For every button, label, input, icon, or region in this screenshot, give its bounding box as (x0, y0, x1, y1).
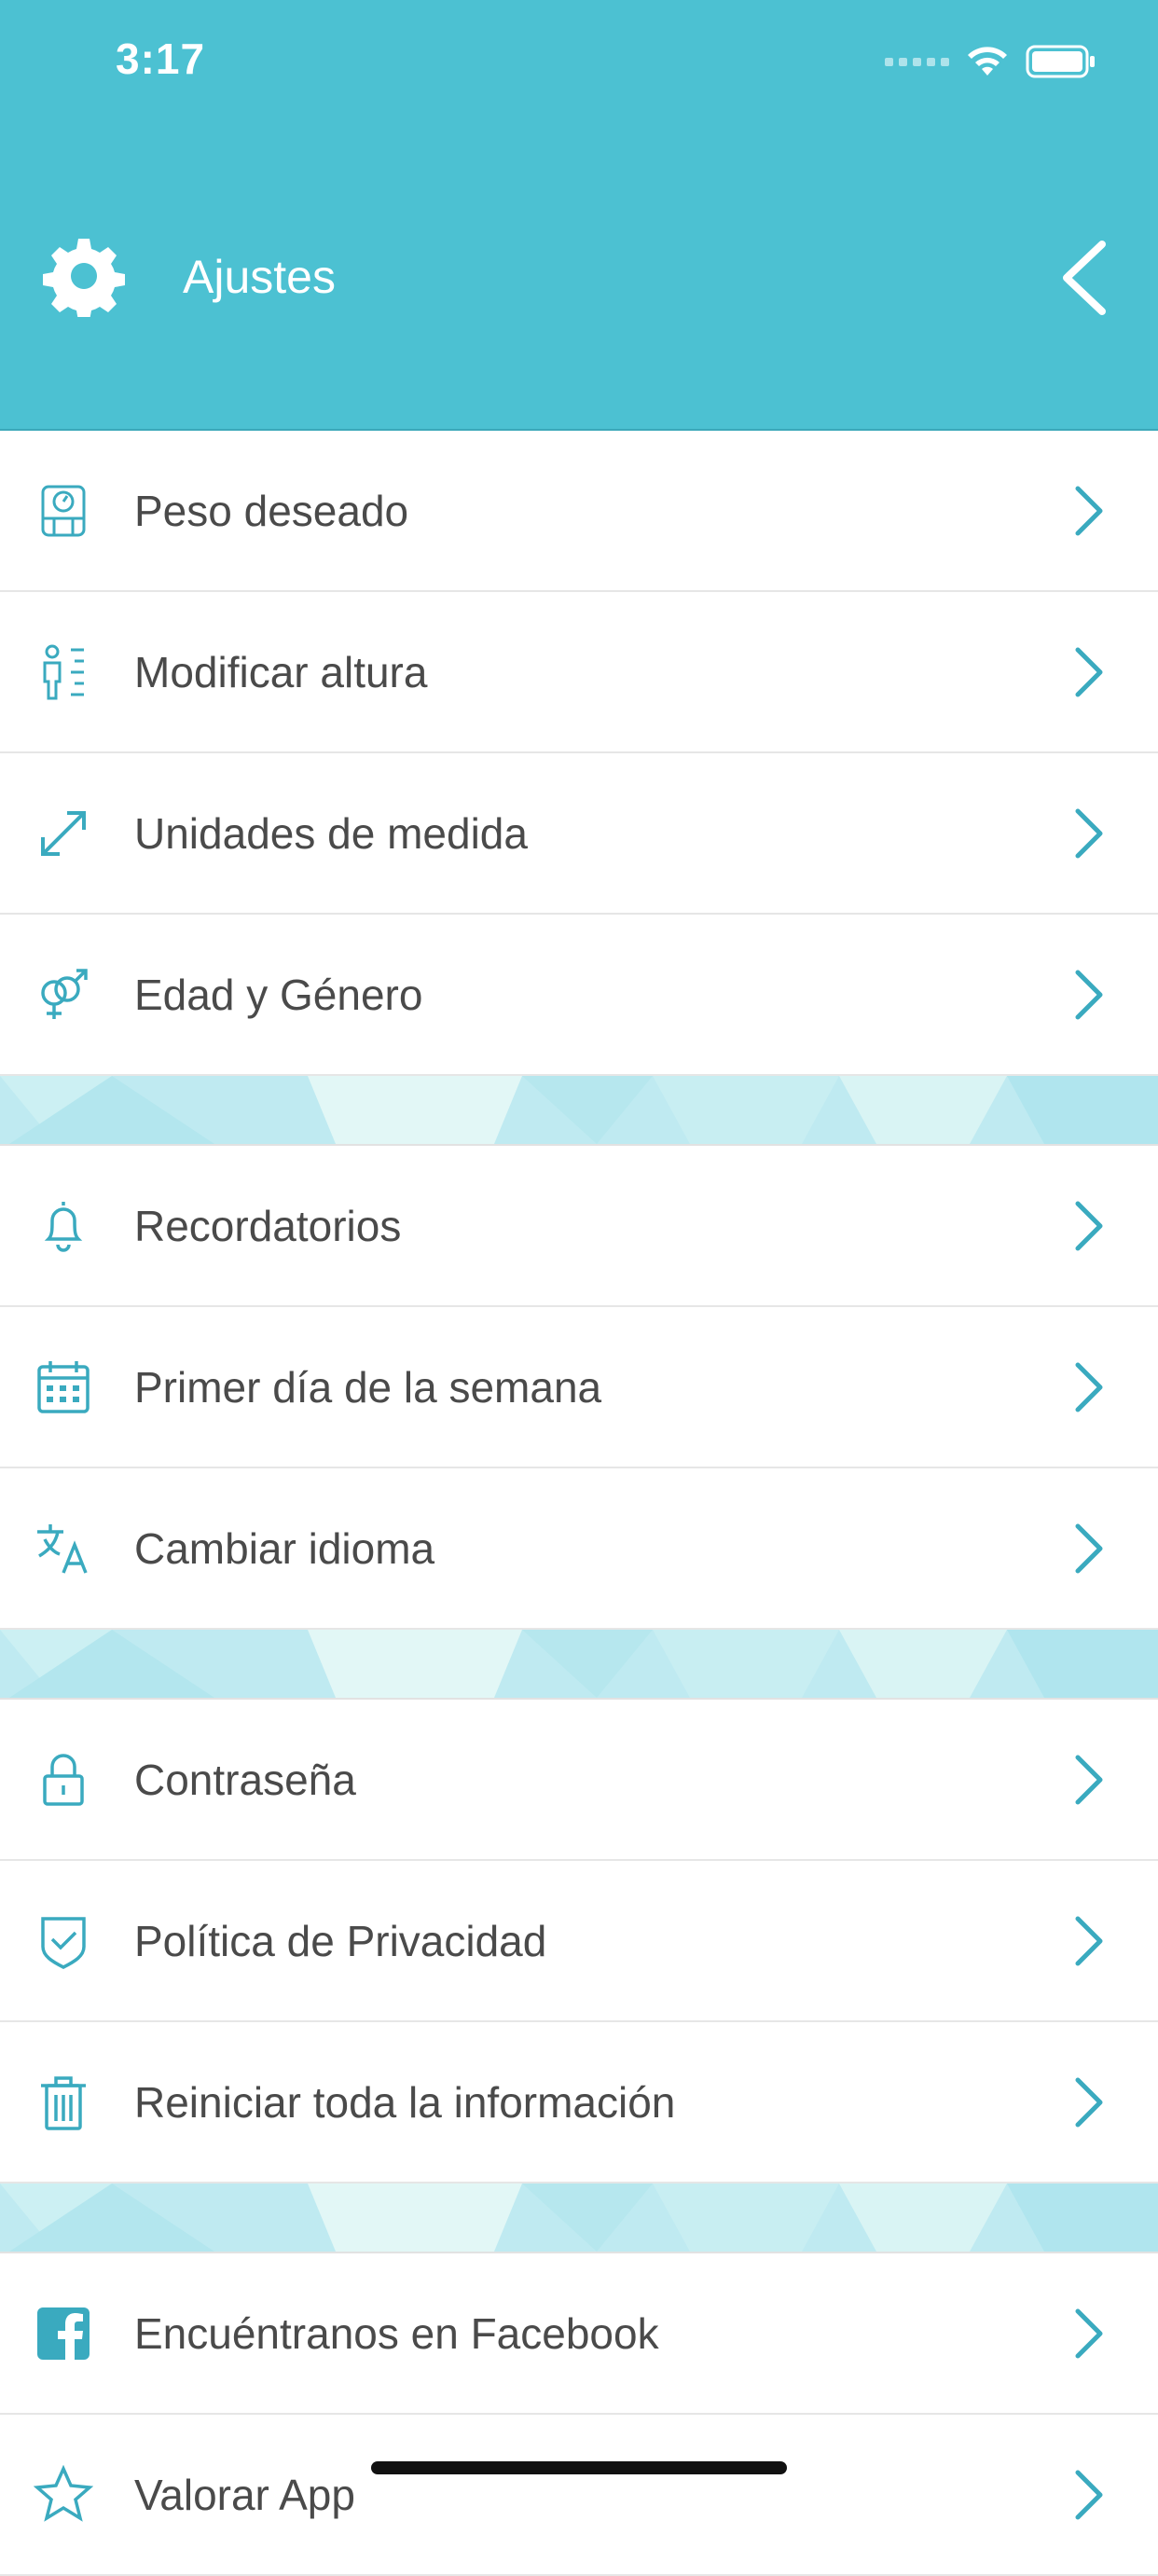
gender-icon (41, 968, 88, 1019)
settings-list: Peso deseado Modificar altura Unidades d… (0, 431, 1158, 2576)
app-header: 3:17 Ajustes (0, 0, 1158, 431)
section-divider (0, 2183, 1158, 2253)
chevron-right-icon (1075, 970, 1103, 1019)
chevron-right-icon (1075, 808, 1103, 858)
chevron-right-icon (1075, 486, 1103, 535)
settings-item-unidades-de-medida[interactable]: Unidades de medida (0, 753, 1158, 915)
chevron-right-icon (1075, 2077, 1103, 2127)
chevron-right-icon (1075, 1201, 1103, 1250)
facebook-icon (37, 2307, 90, 2360)
item-label: Edad y Género (134, 970, 423, 1019)
chevron-right-icon (1075, 1523, 1103, 1573)
signal-icon (885, 57, 949, 66)
settings-item-valorar-app[interactable]: Valorar App (0, 2415, 1158, 2576)
chevron-right-icon (1075, 1755, 1103, 1804)
home-indicator[interactable] (371, 2461, 787, 2474)
settings-item-reiniciar[interactable]: Reiniciar toda la información (0, 2022, 1158, 2183)
item-label: Peso deseado (134, 486, 409, 535)
item-label: Contraseña (134, 1755, 356, 1804)
item-label: Reiniciar toda la información (134, 2077, 676, 2127)
settings-item-modificar-altura[interactable]: Modificar altura (0, 592, 1158, 753)
status-time: 3:17 (116, 34, 206, 83)
settings-item-facebook[interactable]: Encuéntranos en Facebook (0, 2253, 1158, 2415)
calendar-icon (37, 1360, 90, 1413)
chevron-right-icon (1075, 2308, 1103, 2358)
back-button[interactable] (1055, 239, 1111, 317)
item-label: Modificar altura (134, 647, 428, 696)
settings-item-contrasena[interactable]: Contraseña (0, 1700, 1158, 1861)
translate-icon (37, 1523, 88, 1574)
star-icon (34, 2464, 93, 2522)
gear-icon (43, 239, 125, 317)
lock-icon (43, 1753, 84, 1806)
battery-icon (1026, 45, 1095, 78)
shield-check-icon (41, 1916, 86, 1969)
item-label: Valorar App (134, 2470, 355, 2519)
item-label: Primer día de la semana (134, 1362, 602, 1412)
section-divider (0, 1630, 1158, 1700)
item-label: Política de Privacidad (134, 1916, 547, 1965)
bell-icon (44, 1201, 83, 1252)
settings-item-peso-deseado[interactable]: Peso deseado (0, 431, 1158, 592)
height-icon (43, 644, 84, 699)
chevron-right-icon (1075, 1916, 1103, 1965)
trash-icon (41, 2075, 86, 2130)
settings-item-edad-y-genero[interactable]: Edad y Género (0, 915, 1158, 1076)
settings-item-politica-privacidad[interactable]: Política de Privacidad (0, 1861, 1158, 2022)
item-label: Encuéntranos en Facebook (134, 2308, 659, 2358)
chevron-right-icon (1075, 647, 1103, 696)
item-label: Cambiar idioma (134, 1523, 435, 1573)
item-label: Recordatorios (134, 1201, 402, 1250)
chevron-right-icon (1075, 1362, 1103, 1412)
settings-item-primer-dia[interactable]: Primer día de la semana (0, 1307, 1158, 1468)
scale-icon (41, 485, 86, 536)
settings-item-cambiar-idioma[interactable]: Cambiar idioma (0, 1468, 1158, 1630)
settings-item-recordatorios[interactable]: Recordatorios (0, 1146, 1158, 1307)
page-title: Ajustes (183, 251, 336, 303)
section-divider (0, 1076, 1158, 1146)
status-icons (885, 41, 1096, 82)
resize-arrow-icon (41, 810, 86, 856)
item-label: Unidades de medida (134, 808, 528, 858)
wifi-icon (968, 47, 1007, 76)
chevron-right-icon (1075, 2470, 1103, 2519)
